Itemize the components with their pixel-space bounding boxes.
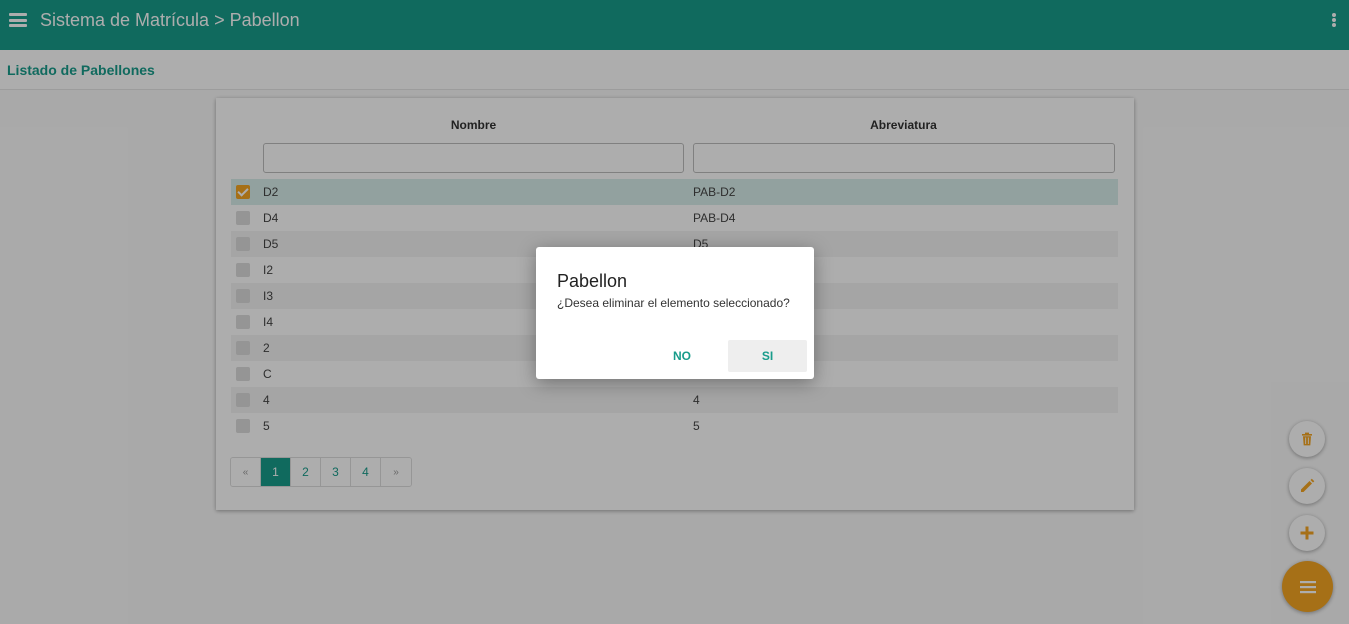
dialog-message: ¿Desea eliminar el elemento seleccionado… xyxy=(557,296,790,310)
dialog-yes-button[interactable]: SI xyxy=(728,340,807,372)
dialog-no-button[interactable]: NO xyxy=(642,340,722,372)
confirm-delete-dialog: Pabellon ¿Desea eliminar el elemento sel… xyxy=(536,247,814,379)
dialog-title: Pabellon xyxy=(557,271,628,291)
